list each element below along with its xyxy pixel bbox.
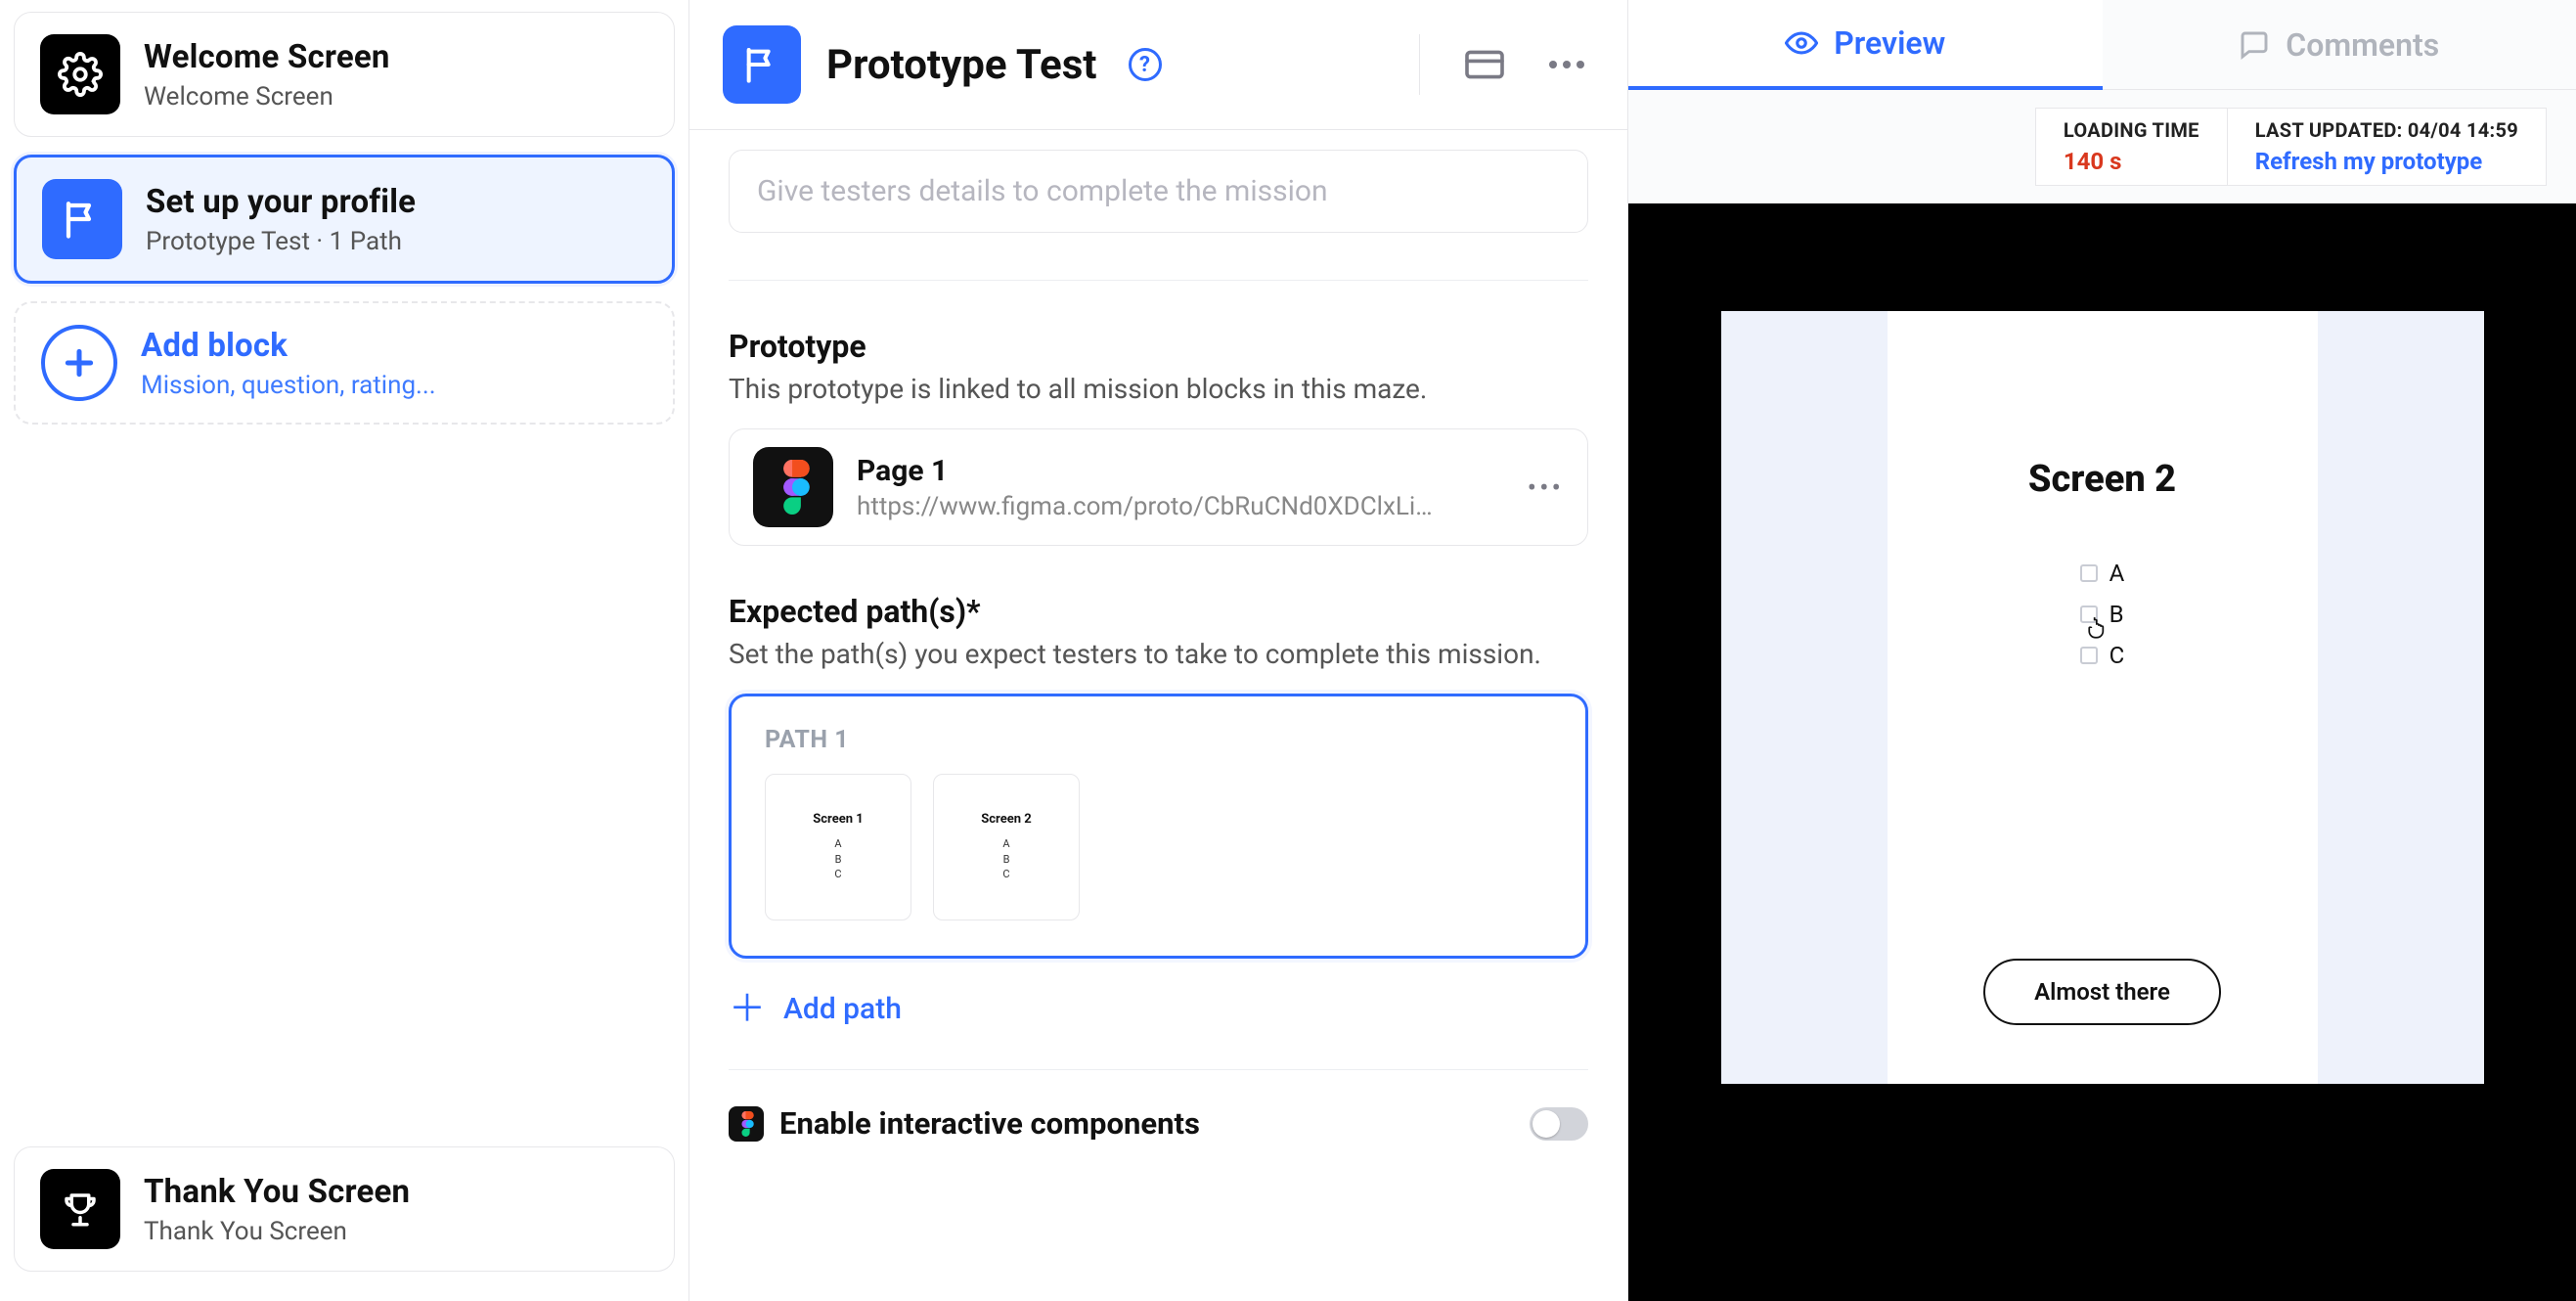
block-prototype-test[interactable]: Set up your profile Prototype Test · 1 P…	[14, 155, 675, 284]
interactive-components-row: Enable interactive components	[729, 1105, 1588, 1142]
preview-tabs: Preview Comments	[1628, 0, 2576, 90]
path-screen-thumb[interactable]: Screen 1ABC	[765, 774, 911, 920]
checkbox-icon	[2080, 647, 2098, 664]
prototype-url: https://www.figma.com/proto/CbRuCNd0XDCl…	[857, 492, 1443, 521]
loading-time-label: LOADING TIME	[2064, 118, 2199, 142]
plus-circle-icon	[41, 325, 117, 401]
paths-heading: Expected path(s)*	[729, 593, 1588, 630]
editor-header: Prototype Test ?	[689, 0, 1627, 130]
path-screen-thumb[interactable]: Screen 2ABC	[933, 774, 1080, 920]
more-menu-icon[interactable]	[1539, 55, 1594, 74]
preview-status-bar: LOADING TIME 140 s LAST UPDATED: 04/04 1…	[1628, 90, 2576, 203]
prototype-name: Page 1	[857, 454, 1443, 488]
help-icon[interactable]: ?	[1129, 48, 1162, 81]
editor-title: Prototype Test	[826, 41, 1097, 89]
interactive-components-toggle[interactable]	[1530, 1107, 1588, 1141]
prototype-heading: Prototype	[729, 328, 1588, 365]
block-subtitle: Welcome Screen	[144, 82, 390, 112]
add-block-button[interactable]: Add block Mission, question, rating...	[14, 301, 675, 425]
blocks-sidebar: Welcome Screen Welcome Screen Set up you…	[0, 0, 689, 1301]
path-label: PATH 1	[765, 726, 1552, 754]
preview-option[interactable]: C	[2080, 642, 2125, 669]
loading-time-value: 140 s	[2064, 148, 2199, 175]
cursor-icon	[2086, 614, 2111, 642]
preview-option[interactable]: A	[2080, 560, 2125, 587]
preview-canvas: Screen 2 AB C Almost there	[1628, 203, 2576, 1301]
flag-icon	[723, 25, 801, 104]
block-title: Thank You Screen	[144, 1173, 410, 1211]
tab-label: Preview	[1834, 24, 1945, 62]
last-updated-label: LAST UPDATED: 04/04 14:59	[2255, 118, 2518, 142]
preview-screen[interactable]: Screen 2 AB C Almost there	[1888, 311, 2318, 1084]
block-subtitle: Prototype Test · 1 Path	[146, 227, 416, 256]
block-subtitle: Thank You Screen	[144, 1217, 410, 1246]
add-block-subtitle: Mission, question, rating...	[141, 371, 436, 400]
prototype-more-icon[interactable]: •••	[1528, 471, 1564, 504]
preview-panel: Preview Comments LOADING TIME 140 s LAST…	[1628, 0, 2576, 1301]
last-updated-box: LAST UPDATED: 04/04 14:59 Refresh my pro…	[2228, 108, 2547, 186]
tab-label: Comments	[2286, 26, 2439, 64]
checkbox-icon	[2080, 564, 2098, 582]
editor-panel: Prototype Test ? Give testers details to…	[689, 0, 1628, 1301]
prototype-card[interactable]: Page 1 https://www.figma.com/proto/CbRuC…	[729, 428, 1588, 546]
add-block-title: Add block	[141, 327, 436, 365]
screen-title: Screen 2	[2028, 458, 2176, 501]
trophy-icon	[40, 1169, 120, 1249]
loading-time-box: LOADING TIME 140 s	[2035, 108, 2228, 186]
path-1-container[interactable]: PATH 1 Screen 1ABCScreen 2ABC	[729, 694, 1588, 959]
toggle-label: Enable interactive components	[779, 1105, 1200, 1142]
figma-icon	[729, 1106, 764, 1142]
tab-comments[interactable]: Comments	[2103, 0, 2576, 90]
add-path-label: Add path	[783, 992, 902, 1026]
mission-details-input[interactable]: Give testers details to complete the mis…	[729, 150, 1588, 233]
paths-subtext: Set the path(s) you expect testers to ta…	[729, 638, 1588, 670]
flag-icon	[42, 179, 122, 259]
preview-option[interactable]: B	[2080, 601, 2125, 628]
add-path-button[interactable]: ＋ Add path	[729, 992, 1588, 1026]
block-title: Set up your profile	[146, 183, 416, 221]
block-welcome-screen[interactable]: Welcome Screen Welcome Screen	[14, 12, 675, 137]
figma-icon	[753, 447, 833, 527]
prototype-subtext: This prototype is linked to all mission …	[729, 373, 1588, 405]
card-settings-icon[interactable]	[1455, 43, 1514, 86]
refresh-prototype-link[interactable]: Refresh my prototype	[2255, 148, 2518, 175]
almost-there-button[interactable]: Almost there	[1983, 959, 2221, 1025]
block-thank-you-screen[interactable]: Thank You Screen Thank You Screen	[14, 1146, 675, 1272]
tab-preview[interactable]: Preview	[1628, 0, 2103, 90]
gear-icon	[40, 34, 120, 114]
preview-device-frame: Screen 2 AB C Almost there	[1721, 311, 2484, 1084]
block-title: Welcome Screen	[144, 38, 390, 76]
